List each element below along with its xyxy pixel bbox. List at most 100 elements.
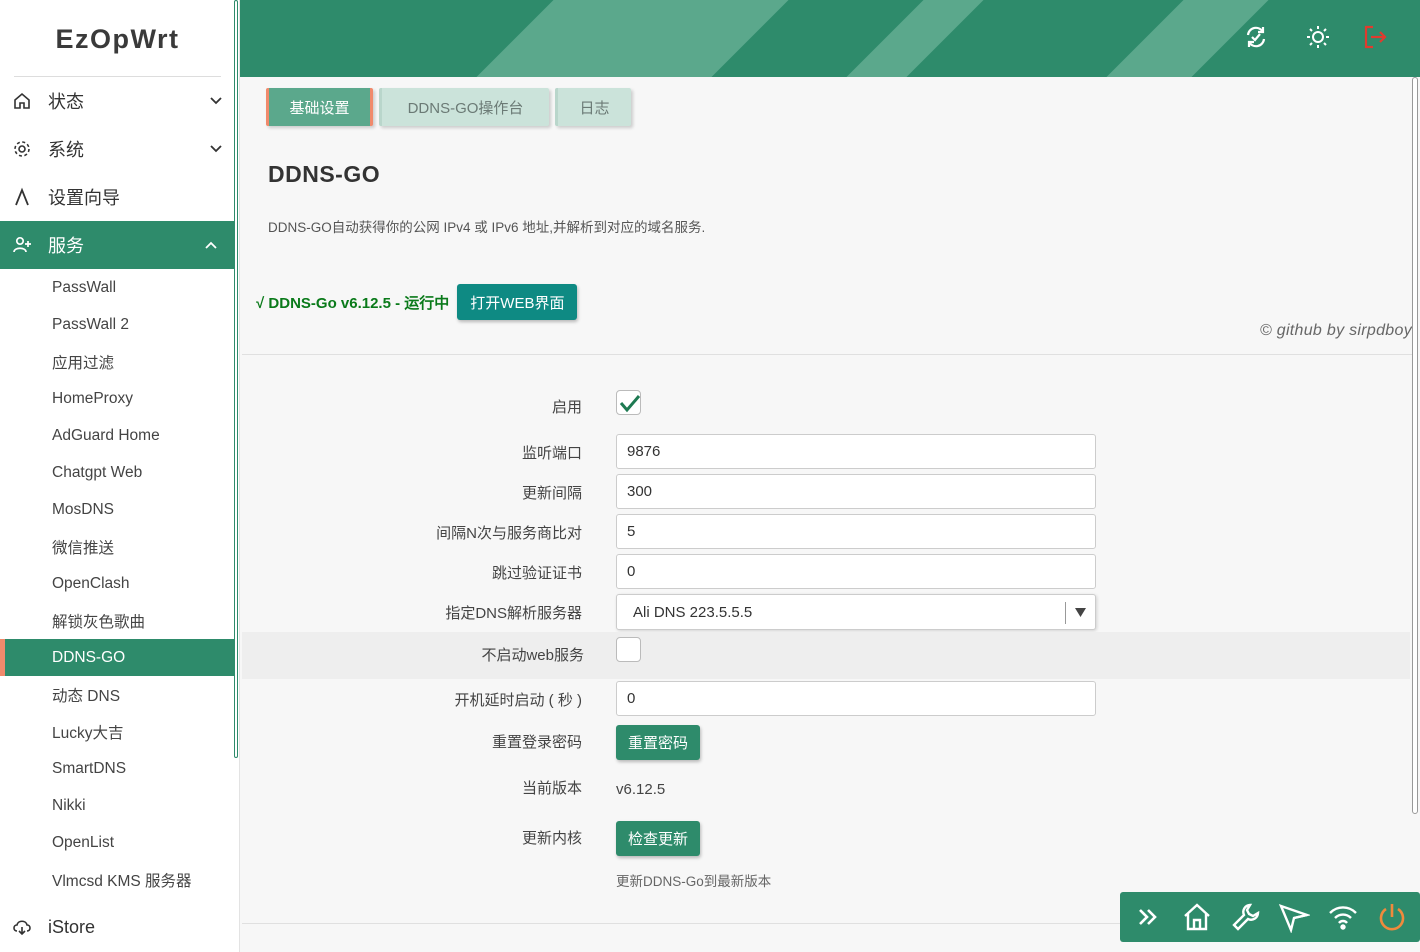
skip-verify-row: 跳过验证证书 0 <box>240 554 1410 589</box>
gear-icon <box>12 139 32 159</box>
dropdown-arrow-icon <box>1075 608 1086 617</box>
logout-icon[interactable] <box>1360 22 1390 52</box>
sidebar-item-label: 设置向导 <box>48 188 120 208</box>
tab-basic-settings[interactable]: 基础设置 <box>266 88 373 126</box>
update-core-label: 更新内核 <box>521 830 582 847</box>
home-icon <box>12 91 32 111</box>
wrench-icon[interactable] <box>1229 900 1263 934</box>
sidebar-item-label: 服务 <box>48 236 84 256</box>
compare-row: 间隔N次与服务商比对 5 <box>240 514 1410 549</box>
sidebar-item-nikki[interactable]: Nikki <box>0 787 234 824</box>
reset-password-label: 重置登录密码 <box>491 734 582 751</box>
dns-label: 指定DNS解析服务器 <box>445 605 582 622</box>
tab-ddns-go-console[interactable]: DDNS-GO操作台 <box>379 88 549 126</box>
skip-verify-input[interactable]: 0 <box>616 554 1096 589</box>
skip-verify-label: 跳过验证证书 <box>491 565 582 582</box>
power-icon[interactable] <box>1375 900 1409 934</box>
reset-password-button[interactable]: 重置密码 <box>616 725 701 760</box>
checkmark-icon <box>619 395 641 413</box>
top-header <box>240 0 1420 77</box>
sidebar-item-status[interactable]: 状态 <box>0 77 239 125</box>
dns-select-value: Ali DNS 223.5.5.5 <box>633 603 753 621</box>
delay-row: 开机延时启动 ( 秒 ) 0 <box>240 681 1410 716</box>
delay-input[interactable]: 0 <box>616 681 1096 716</box>
sidebar-item-homeproxy[interactable]: HomeProxy <box>0 380 234 417</box>
port-label: 监听端口 <box>521 445 582 462</box>
enable-label: 启用 <box>551 399 582 416</box>
sidebar-item-app-filter[interactable]: 应用过滤 <box>0 343 234 380</box>
page-description: DDNS-GO自动获得你的公网 IPv4 或 IPv6 地址,并解析到对应的域名… <box>268 220 706 235</box>
chevron-down-icon <box>210 145 222 153</box>
sidebar-item-dynamic-dns[interactable]: 动态 DNS <box>0 676 234 713</box>
page-title: DDNS-GO <box>268 161 381 187</box>
version-label: 当前版本 <box>521 780 582 797</box>
sidebar-item-system[interactable]: 系统 <box>0 125 239 173</box>
user-plus-icon <box>12 235 32 255</box>
sidebar-item-mosdns[interactable]: MosDNS <box>0 491 234 528</box>
version-row: 当前版本 v6.12.5 <box>240 776 1410 804</box>
sidebar-scrollbar[interactable] <box>234 0 238 758</box>
header-stripe <box>476 0 789 77</box>
main-content: 基础设置 DDNS-GO操作台 日志 DDNS-GO DDNS-GO自动获得你的… <box>240 77 1412 952</box>
sidebar-item-chatgpt-web[interactable]: Chatgpt Web <box>0 454 234 491</box>
sidebar-item-lucky[interactable]: Lucky大吉 <box>0 713 234 750</box>
dns-select[interactable]: Ali DNS 223.5.5.5 <box>616 594 1096 630</box>
home-icon[interactable] <box>1180 900 1214 934</box>
sidebar-item-vlmcsd[interactable]: Vlmcsd KMS 服务器 <box>0 861 234 898</box>
divider <box>242 354 1412 355</box>
wizard-icon <box>12 187 32 207</box>
enable-row: 启用 <box>240 387 1410 427</box>
sidebar-item-istore[interactable]: iStore <box>0 903 239 951</box>
version-value: v6.12.5 <box>616 781 666 798</box>
tab-bar: 基础设置 DDNS-GO操作台 日志 <box>266 88 631 126</box>
sidebar-item-unblock-music[interactable]: 解锁灰色歌曲 <box>0 602 234 639</box>
sidebar: EzOpWrt 状态 系统 设置向导 服务 PassWall PassWall … <box>0 0 240 952</box>
enable-checkbox[interactable] <box>616 390 641 415</box>
services-submenu: PassWall PassWall 2 应用过滤 HomeProxy AdGua… <box>0 269 239 898</box>
sidebar-item-wizard[interactable]: 设置向导 <box>0 173 239 221</box>
status-text: √ DDNS-Go v6.12.5 - 运行中 <box>256 294 450 312</box>
select-separator <box>1065 602 1066 624</box>
floating-toolbar <box>1120 892 1420 942</box>
sidebar-item-ddns-go[interactable]: DDNS-GO <box>0 639 234 676</box>
reset-password-row: 重置登录密码 重置密码 <box>240 725 1410 761</box>
no-web-checkbox[interactable] <box>616 637 641 662</box>
dns-row: 指定DNS解析服务器 Ali DNS 223.5.5.5 <box>240 594 1410 630</box>
wifi-icon[interactable] <box>1326 900 1360 934</box>
sidebar-item-smartdns[interactable]: SmartDNS <box>0 750 234 787</box>
chevron-down-icon <box>210 97 222 105</box>
sidebar-item-wechat-push[interactable]: 微信推送 <box>0 528 234 565</box>
interval-row: 更新间隔 300 <box>240 474 1410 509</box>
sidebar-item-openclash[interactable]: OpenClash <box>0 565 234 602</box>
header-stripe <box>846 0 984 77</box>
interval-input[interactable]: 300 <box>616 474 1096 509</box>
main-scrollbar[interactable] <box>1412 77 1418 814</box>
credit-text: © github by sirpdboy <box>1259 322 1412 339</box>
check-update-button[interactable]: 检查更新 <box>616 821 701 856</box>
brand-logo: EzOpWrt <box>14 0 221 77</box>
no-web-label: 不启动web服务 <box>481 647 584 664</box>
interval-label: 更新间隔 <box>521 485 582 502</box>
chevron-up-icon <box>205 241 217 249</box>
refresh-icon[interactable] <box>1241 22 1271 52</box>
tab-log[interactable]: 日志 <box>555 88 631 126</box>
sun-icon[interactable] <box>1303 22 1333 52</box>
sidebar-item-services[interactable]: 服务 <box>0 221 234 269</box>
sidebar-item-passwall[interactable]: PassWall <box>0 269 234 306</box>
update-core-row: 更新内核 检查更新 <box>240 821 1410 857</box>
sidebar-item-adguard-home[interactable]: AdGuard Home <box>0 417 234 454</box>
double-chevron-right-icon[interactable] <box>1131 900 1165 934</box>
sidebar-item-label: iStore <box>48 916 96 937</box>
cloud-download-icon <box>12 917 32 937</box>
send-icon[interactable] <box>1277 900 1311 934</box>
open-web-button[interactable]: 打开WEB界面 <box>457 284 578 320</box>
no-web-row: 不启动web服务 <box>242 632 1410 679</box>
port-input[interactable]: 9876 <box>616 434 1096 469</box>
sidebar-item-openlist[interactable]: OpenList <box>0 824 234 861</box>
service-status: √ DDNS-Go v6.12.5 - 运行中 打开WEB界面 <box>256 284 578 320</box>
sidebar-item-passwall2[interactable]: PassWall 2 <box>0 306 234 343</box>
compare-label: 间隔N次与服务商比对 <box>436 525 582 542</box>
delay-label: 开机延时启动 ( 秒 ) <box>454 692 583 709</box>
port-row: 监听端口 9876 <box>240 434 1410 469</box>
compare-input[interactable]: 5 <box>616 514 1096 549</box>
